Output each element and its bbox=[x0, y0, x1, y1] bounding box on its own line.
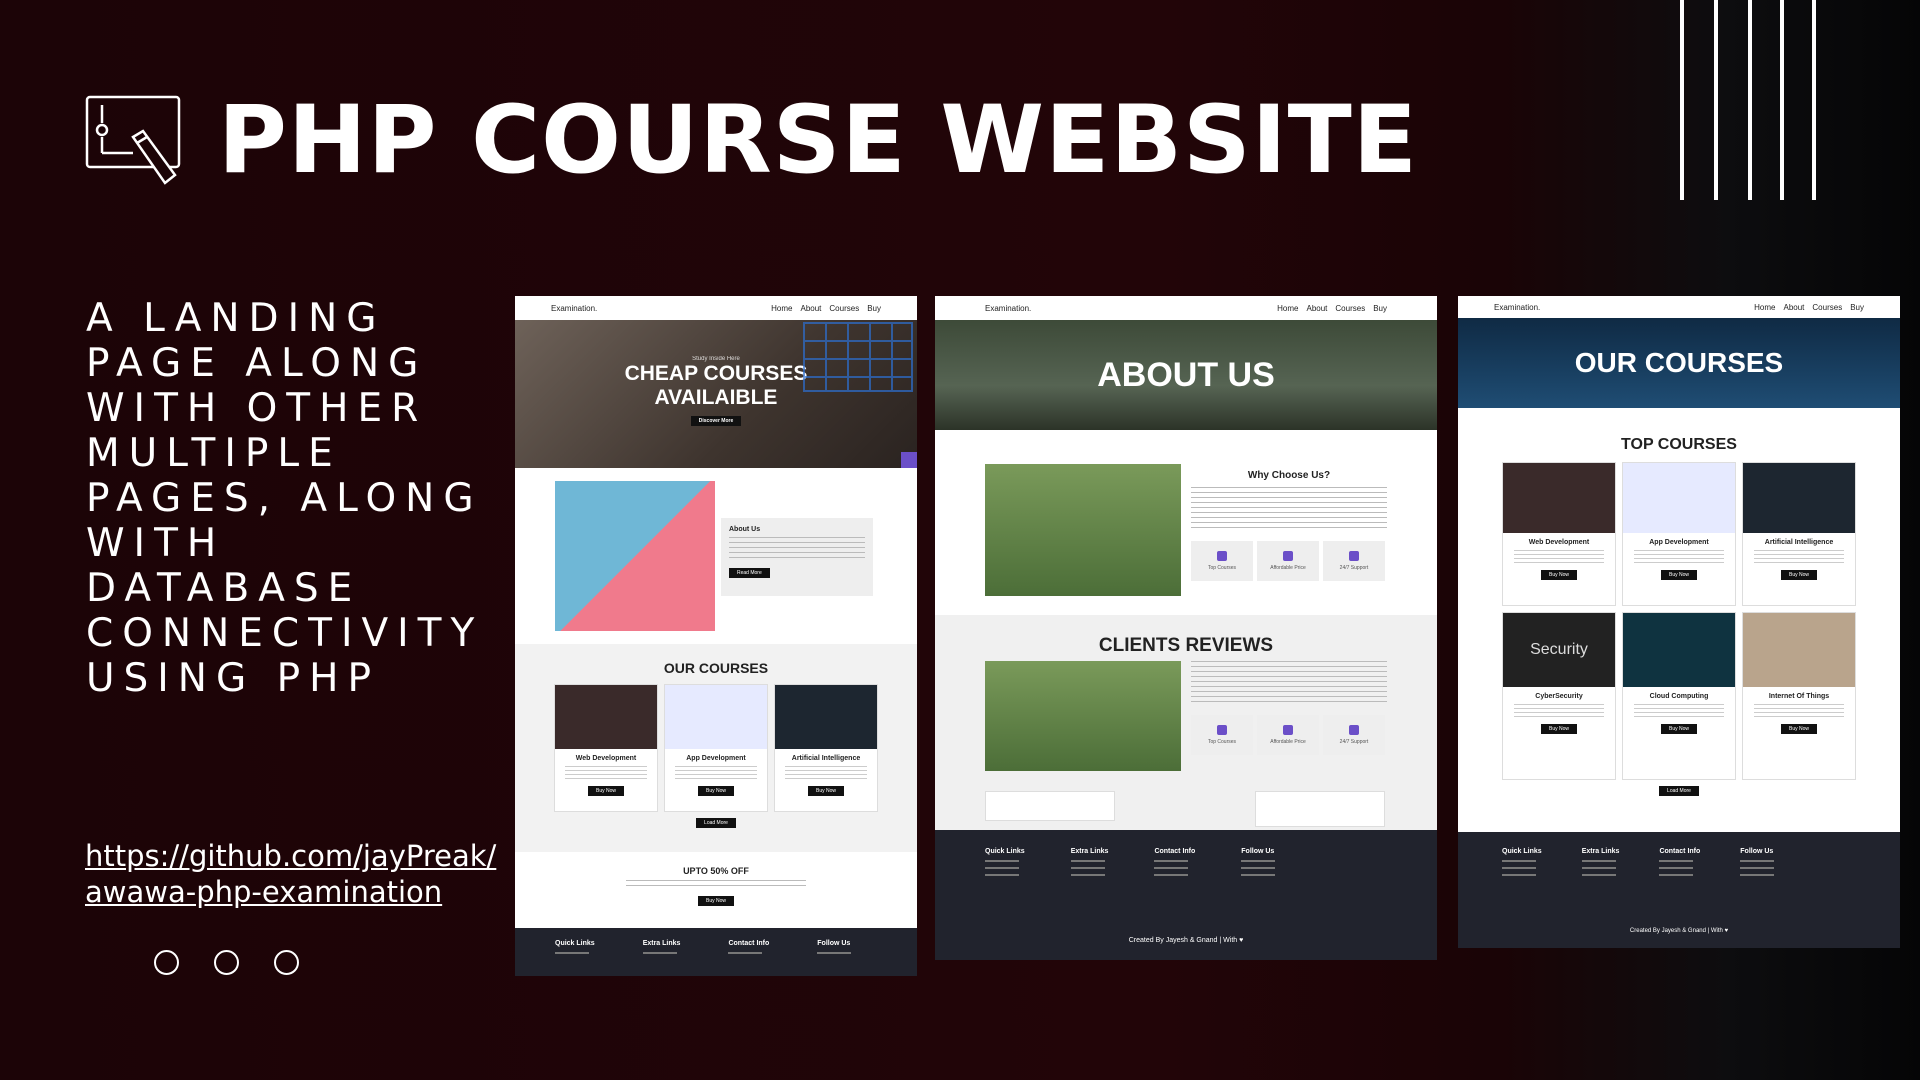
reviews-section: CLIENTS REVIEWS Top Courses Affordable P… bbox=[935, 615, 1437, 830]
review-card bbox=[985, 791, 1115, 821]
hand-coin-icon bbox=[1283, 551, 1293, 561]
screen-pen-icon bbox=[85, 95, 181, 185]
course-card: Cloud Computing Buy Now bbox=[1622, 612, 1736, 780]
map-icon bbox=[1217, 725, 1227, 735]
top-courses-heading: TOP COURSES bbox=[1621, 436, 1737, 453]
course-card: Web Development Buy Now bbox=[1502, 462, 1616, 606]
site-footer: Quick Links Extra Links Contact Info Fol… bbox=[515, 928, 917, 976]
offer-section: UPTO 50% OFF Buy Now bbox=[515, 852, 917, 926]
pagination-dots bbox=[154, 950, 299, 975]
slider-next-icon[interactable] bbox=[901, 452, 917, 468]
course-card: Web Development Buy Now bbox=[554, 684, 658, 812]
site-nav: Examination. Home About Courses Buy bbox=[515, 296, 917, 320]
about-image bbox=[985, 464, 1181, 596]
course-card: Artificial Intelligence Buy Now bbox=[774, 684, 878, 812]
review-card bbox=[1255, 791, 1385, 827]
about-screenshot: Examination. Home About Courses Buy ABOUT U… bbox=[935, 296, 1437, 960]
courses-section: OUR COURSES Web Development Buy Now App D… bbox=[515, 644, 917, 852]
site-footer: Quick Links Extra Links Contact Info Fol… bbox=[1458, 832, 1900, 948]
home-hero: Study Inside Here CHEAP COURSES AVAILAIB… bbox=[515, 320, 917, 468]
circle-icon bbox=[154, 950, 179, 975]
course-card: App Development Buy Now bbox=[1622, 462, 1736, 606]
whiteboard bbox=[803, 322, 913, 392]
home-screenshot: Examination. Home About Courses Buy Study I… bbox=[515, 296, 917, 976]
page-title: PHP COURSE WEBSITE bbox=[218, 86, 1418, 195]
headset-icon bbox=[1349, 551, 1359, 561]
why-section: Why Choose Us? Top Courses Affordable Pr… bbox=[935, 430, 1437, 615]
circle-icon bbox=[274, 950, 299, 975]
course-card: App Development Buy Now bbox=[664, 684, 768, 812]
join-us-image bbox=[555, 481, 715, 631]
circle-icon bbox=[214, 950, 239, 975]
site-nav: Examination. Home About Courses Buy bbox=[935, 296, 1437, 320]
course-card: Security CyberSecurity Buy Now bbox=[1502, 612, 1616, 780]
courses-screenshot: Examination. Home About Courses Buy OUR COU… bbox=[1458, 296, 1900, 948]
decorative-stripes bbox=[1680, 0, 1820, 200]
about-section: About Us Read More bbox=[515, 468, 917, 644]
headset-icon bbox=[1349, 725, 1359, 735]
course-card: Internet Of Things Buy Now bbox=[1742, 612, 1856, 780]
courses-hero: OUR COURSES bbox=[1458, 318, 1900, 408]
load-more-button[interactable]: Load More bbox=[1659, 786, 1699, 796]
hand-coin-icon bbox=[1283, 725, 1293, 735]
github-link[interactable]: https://github.com/jayPreak/awawa-php-ex… bbox=[85, 838, 496, 910]
site-nav: Examination. Home About Courses Buy bbox=[1458, 296, 1900, 318]
map-icon bbox=[1217, 551, 1227, 561]
course-card: Artificial Intelligence Buy Now bbox=[1742, 462, 1856, 606]
tagline: A LANDING PAGE ALONG WITH OTHER MULTIPLE PAG… bbox=[86, 296, 484, 701]
about-hero: ABOUT US bbox=[935, 320, 1437, 430]
site-footer: Quick Links Extra Links Contact Info Fol… bbox=[935, 830, 1437, 960]
